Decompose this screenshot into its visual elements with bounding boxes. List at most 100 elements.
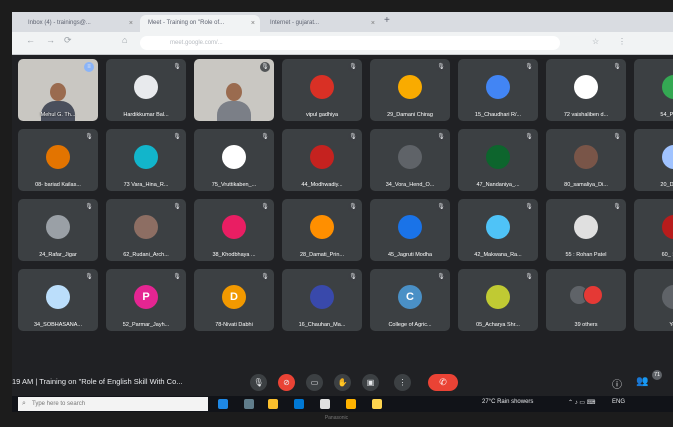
avatar — [46, 285, 70, 309]
taskbar-search[interactable]: ⌕ Type here to search — [18, 397, 208, 411]
file-explorer-icon[interactable] — [268, 399, 278, 409]
browser-tab-inbox[interactable]: Inbox (4) - trainings@... × — [20, 15, 138, 32]
weather-status[interactable]: 27°C Rain showers — [482, 399, 533, 405]
participant-tile[interactable]: 🎙 Hardikkumar Bal... — [106, 59, 186, 121]
participant-tile[interactable]: 🎙 34_Vora_Hend_O... — [370, 129, 450, 191]
participant-tile[interactable]: 39 others — [546, 269, 626, 331]
browser-tab-meet[interactable]: Meet - Training on "Role of... × — [140, 15, 260, 32]
avatar — [310, 75, 334, 99]
participant-tile[interactable]: P 🎙 52_Parmar_Jayh... — [106, 269, 186, 331]
close-icon[interactable]: × — [371, 15, 375, 32]
tab-label: Internet - gujarat... — [270, 20, 320, 26]
menu-icon[interactable]: ⋮ — [618, 37, 626, 46]
participant-name: 62_Rudani_Arch... — [123, 252, 169, 258]
close-icon[interactable]: × — [251, 15, 255, 32]
participant-name: 05_Acharya Shr... — [476, 322, 520, 328]
star-icon[interactable]: ☆ — [592, 37, 599, 46]
folder-icon[interactable] — [372, 399, 382, 409]
participant-tile[interactable]: 🎙 75_Vruttikaben_... — [194, 129, 274, 191]
avatar — [222, 215, 246, 239]
more-options-icon[interactable]: ⋮ — [394, 374, 411, 391]
mic-muted-icon: 🎙 — [524, 132, 534, 142]
participant-tile[interactable]: 🎙 08- bariad Kailas... — [18, 129, 98, 191]
avatar — [310, 215, 334, 239]
participant-tile[interactable]: 🎙 05_Acharya Shr... — [458, 269, 538, 331]
participant-tile[interactable]: ≡ Mehul G. Th... — [18, 59, 98, 121]
participant-tile[interactable]: 🎙 80_samaliya_Di... — [546, 129, 626, 191]
browser-tab-bar: Inbox (4) - trainings@... × Meet - Traini… — [12, 12, 673, 32]
avatar — [662, 285, 673, 309]
participant-tile[interactable]: 🎙 28_Damati_Prin... — [282, 199, 362, 261]
tray-icons[interactable]: ⌃ ♪ ▭ ⌨ — [568, 399, 595, 406]
forward-arrow-icon[interactable]: → — [46, 35, 55, 45]
participant-tile[interactable]: D 🎙 78-Nivati Dabhi — [194, 269, 274, 331]
participant-name: 29_Damani Chirag — [387, 112, 433, 118]
participant-tile[interactable]: 🎙 16_Chauhan_Ma... — [282, 269, 362, 331]
participant-tile[interactable]: 🎙You — [634, 269, 673, 331]
new-tab-icon[interactable]: + — [384, 15, 390, 26]
edge-icon[interactable] — [294, 399, 304, 409]
participant-tile[interactable]: 🎙20_Dangar — [634, 129, 673, 191]
speaking-indicator-icon: ≡ — [84, 62, 94, 72]
participant-tile[interactable]: 🎙 45_Jagruti Modha — [370, 199, 450, 261]
participant-tile[interactable]: C 🎙 College of Agric... — [370, 269, 450, 331]
people-icon[interactable]: 👥 — [636, 376, 648, 387]
url-field[interactable]: meet.google.com/... — [140, 36, 560, 50]
screen: Inbox (4) - trainings@... × Meet - Traini… — [12, 12, 673, 412]
info-icon[interactable]: ⓘ — [612, 376, 622, 391]
microphone-icon[interactable]: 🎙 — [250, 374, 267, 391]
participant-tile[interactable]: 🎙 47_Nandaniya_... — [458, 129, 538, 191]
mic-muted-icon: 🎙 — [84, 272, 94, 282]
participant-name: 34_SOBHASANA... — [34, 322, 82, 328]
avatar — [398, 215, 422, 239]
mic-muted-icon: 🎙 — [348, 62, 358, 72]
language-indicator[interactable]: ENG — [612, 399, 625, 405]
app-icon[interactable] — [346, 399, 356, 409]
back-arrow-icon[interactable]: ← — [26, 35, 35, 45]
participant-tile[interactable]: 🎙 15_Chaudhari R/... — [458, 59, 538, 121]
camera-off-icon[interactable]: ⊘ — [278, 374, 295, 391]
participant-name: 38_Khodbhaya ... — [212, 252, 256, 258]
participant-name: 15_Chaudhari R/... — [474, 112, 522, 118]
participant-name: 75_Vruttikaben_... — [211, 182, 257, 188]
participant-tile[interactable]: 🎙 24_Rafar_Jigar — [18, 199, 98, 261]
task-view-icon[interactable] — [244, 399, 254, 409]
chrome-icon[interactable] — [320, 399, 330, 409]
participant-name: 08- bariad Kailas... — [35, 182, 81, 188]
present-icon[interactable]: ▣ — [362, 374, 379, 391]
participant-name: 34_Vora_Hend_O... — [385, 182, 435, 188]
close-icon[interactable]: × — [129, 15, 133, 32]
participant-tile[interactable]: 🎙60_ Solen — [634, 199, 673, 261]
mic-muted-icon: 🎙 — [84, 202, 94, 212]
participant-tile[interactable]: 🎙 55 : Rohan Patel — [546, 199, 626, 261]
participant-tile[interactable]: 🎙54_Parmar — [634, 59, 673, 121]
raise-hand-icon[interactable]: ✋ — [334, 374, 351, 391]
participant-tile[interactable]: 🎙 34_SOBHASANA... — [18, 269, 98, 331]
participant-tile[interactable]: 🎙 72 vaishaliben d... — [546, 59, 626, 121]
browser-tab-internet[interactable]: Internet - gujarat... × — [262, 15, 380, 32]
mic-muted-icon: 🎙 — [172, 132, 182, 142]
avatar — [583, 285, 603, 305]
avatar: D — [222, 285, 246, 309]
monitor-brand: Panasonic — [324, 415, 349, 421]
participant-tile[interactable]: 🎙 38_Khodbhaya ... — [194, 199, 274, 261]
mic-muted-icon: 🎙 — [612, 132, 622, 142]
participant-tile[interactable]: 🎙 44_Modhwadiy... — [282, 129, 362, 191]
windows-start-icon[interactable] — [218, 399, 228, 409]
participant-tile[interactable]: 🎙 29_Damani Chirag — [370, 59, 450, 121]
participant-tile[interactable]: 🎙 vipul gadhiya — [282, 59, 362, 121]
avatar — [486, 75, 510, 99]
windows-taskbar: ⌕ Type here to search 27°C Rain showers … — [12, 396, 673, 412]
home-icon[interactable]: ⌂ — [122, 35, 127, 45]
captions-icon[interactable]: ▭ — [306, 374, 323, 391]
end-call-button[interactable]: ✆ — [428, 374, 458, 391]
participant-tile[interactable]: 🎙 — [194, 59, 274, 121]
address-bar-row: ← → ⟳ ⌂ meet.google.com/... ☆ ⋮ — [12, 32, 673, 55]
participant-tile[interactable]: 🎙 42_Makwana_Ra... — [458, 199, 538, 261]
participant-count-badge: 71 — [652, 370, 662, 380]
mic-muted-icon: 🎙 — [348, 272, 358, 282]
mic-muted-icon: 🎙 — [436, 62, 446, 72]
participant-tile[interactable]: 🎙 62_Rudani_Arch... — [106, 199, 186, 261]
reload-icon[interactable]: ⟳ — [64, 35, 72, 46]
participant-tile[interactable]: 🎙 73 Vara_Hina_R... — [106, 129, 186, 191]
